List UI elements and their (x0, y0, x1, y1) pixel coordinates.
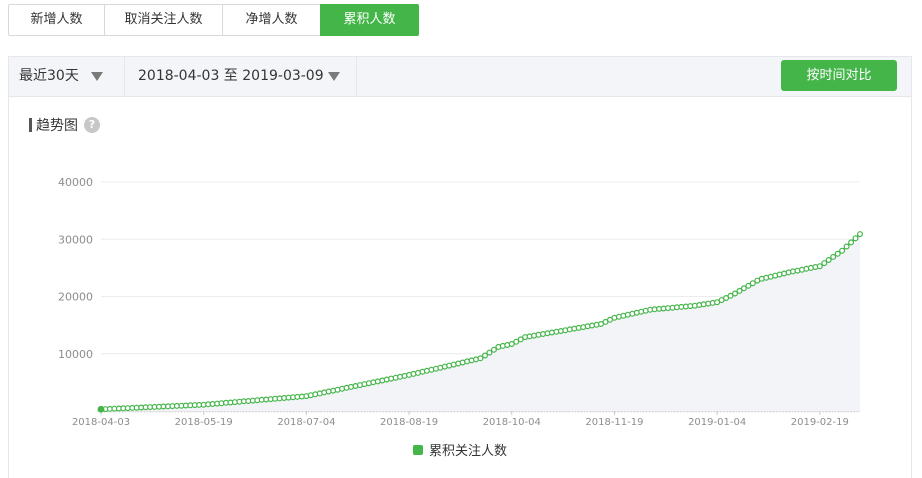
y-tick-label: 40000 (58, 176, 93, 189)
data-point (486, 349, 493, 356)
x-tick-label: 2018-11-19 (585, 417, 643, 428)
data-point (490, 346, 497, 353)
data-point (830, 253, 837, 260)
chart-legend[interactable]: 累积关注人数 (413, 440, 507, 459)
start-point (97, 405, 105, 413)
x-tick-label: 2019-01-04 (688, 417, 746, 428)
legend-label: 累积关注人数 (429, 444, 508, 459)
data-point (856, 231, 863, 238)
x-tick-label: 2018-05-19 (175, 417, 233, 428)
x-tick-label: 2018-07-04 (277, 417, 335, 428)
trend-chart: 10000 20000 30000 40000 2018-04-03 2018-05-19… (58, 176, 863, 428)
x-tick-label: 2019-02-19 (791, 417, 849, 428)
data-point (821, 260, 828, 267)
y-tick-label: 20000 (58, 291, 93, 304)
data-point (825, 257, 832, 264)
legend-swatch (413, 444, 423, 455)
x-tick-label: 2018-10-04 (483, 417, 541, 428)
y-tick-label: 30000 (58, 233, 93, 246)
data-point (834, 250, 841, 257)
series-area (101, 234, 860, 411)
y-tick-label: 10000 (58, 348, 93, 361)
data-point (843, 243, 850, 250)
data-point (477, 355, 484, 362)
data-point (816, 263, 823, 270)
data-point (852, 235, 859, 242)
data-point (848, 239, 855, 246)
data-point (839, 247, 846, 254)
x-tick-label: 2018-04-03 (72, 417, 130, 428)
x-tick-label: 2018-08-19 (380, 417, 438, 428)
